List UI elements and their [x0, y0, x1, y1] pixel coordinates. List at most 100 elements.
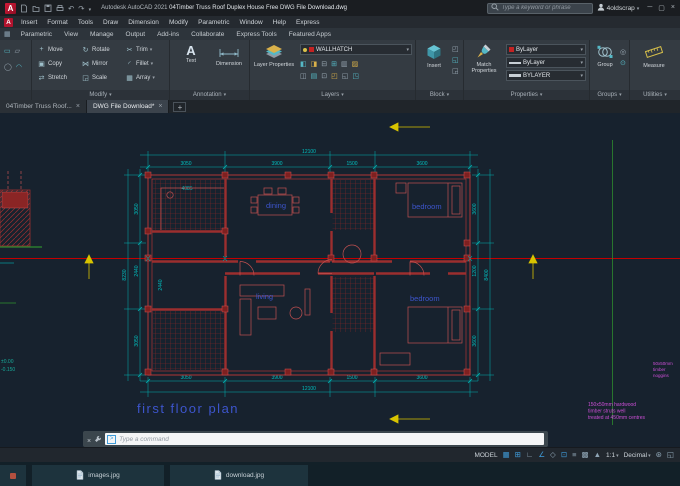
tab-parametric[interactable]: Parametric: [15, 31, 58, 38]
tool-rotate[interactable]: ↻ Rotate: [81, 46, 110, 54]
annotation-visibility-icon[interactable]: ▲: [594, 451, 601, 459]
taskbar-item-download[interactable]: download.jpg: [170, 465, 308, 486]
polygon-tool-icon[interactable]: ▱: [15, 48, 20, 55]
menu-insert[interactable]: Insert: [16, 19, 42, 26]
command-input-field[interactable]: [105, 433, 544, 445]
tab-manage[interactable]: Manage: [84, 31, 120, 38]
layer-unlock-icon[interactable]: ⊡: [321, 73, 327, 80]
tool-trim[interactable]: ✂ Trim: [125, 46, 152, 54]
lineweight-select[interactable]: BYLAYER: [506, 70, 586, 81]
panel-label-layers[interactable]: Layers: [250, 90, 415, 100]
arc-tool-icon[interactable]: ◠: [16, 64, 22, 71]
layer-walk-icon[interactable]: ▨: [352, 61, 359, 68]
linetype-select[interactable]: ByLayer: [506, 57, 586, 68]
model-space-button[interactable]: MODEL: [474, 452, 497, 459]
file-tab-2[interactable]: DWG File Download*: [86, 100, 170, 113]
maximize-icon[interactable]: [658, 4, 665, 12]
menu-parametric[interactable]: Parametric: [193, 19, 234, 26]
menu-modify[interactable]: Modify: [164, 19, 193, 26]
layer-select[interactable]: WALLHATCH: [300, 44, 412, 55]
command-customize-icon[interactable]: [94, 430, 102, 448]
account-menu[interactable]: 4oldscrap: [597, 3, 640, 13]
command-line[interactable]: [83, 431, 548, 447]
minimize-icon[interactable]: [647, 4, 652, 12]
layer-state-icon[interactable]: ◳: [352, 73, 359, 80]
redo-icon[interactable]: ↷: [78, 4, 84, 13]
menu-logo-icon[interactable]: A: [4, 17, 13, 27]
measure-button[interactable]: Measure: [638, 45, 670, 69]
text-tool-button[interactable]: A Text: [176, 44, 206, 64]
tab-add-ins[interactable]: Add-ins: [151, 31, 185, 38]
layer-isolate-icon[interactable]: ◨: [311, 61, 318, 68]
print-icon[interactable]: [56, 4, 64, 13]
annotation-scale-button[interactable]: 1:1: [606, 452, 619, 459]
tool-array[interactable]: ▦ Array: [125, 74, 155, 82]
help-search[interactable]: [486, 2, 593, 14]
menu-dimension[interactable]: Dimension: [123, 19, 164, 26]
isometric-drafting-icon[interactable]: ◇: [550, 451, 556, 459]
layer-current-icon[interactable]: ◰: [331, 73, 338, 80]
snap-mode-icon[interactable]: ⊞: [515, 451, 521, 459]
panel-label-utilities[interactable]: Utilities: [630, 90, 680, 100]
menu-draw[interactable]: Draw: [98, 19, 123, 26]
tab-featured-apps[interactable]: Featured Apps: [283, 31, 337, 38]
group-edit-icon[interactable]: ⊙: [620, 60, 626, 67]
tab-express-tools[interactable]: Express Tools: [230, 31, 282, 38]
grid-display-icon[interactable]: ▦: [503, 451, 510, 459]
customization-gear-icon[interactable]: ⊛: [656, 451, 662, 459]
new-tab-button[interactable]: [173, 102, 187, 112]
taskbar-item-misc[interactable]: [0, 465, 26, 486]
block-attributes-icon[interactable]: ◲: [452, 68, 459, 75]
match-properties-button[interactable]: Match Properties: [466, 43, 502, 74]
tab-collaborate[interactable]: Collaborate: [185, 31, 230, 38]
panel-label-groups[interactable]: Groups: [590, 90, 629, 100]
dimension-tool-button[interactable]: Dimension: [210, 46, 248, 67]
rectangle-tool-icon[interactable]: ▭: [4, 48, 11, 55]
color-select[interactable]: ByLayer: [506, 44, 586, 55]
menu-express[interactable]: Express: [291, 19, 324, 26]
layer-unisolate-icon[interactable]: ◫: [300, 73, 307, 80]
tab-output[interactable]: Output: [120, 31, 152, 38]
layer-lock-icon[interactable]: ⊞: [331, 61, 337, 68]
autocad-app-icon[interactable]: A: [5, 2, 16, 14]
layer-off-icon[interactable]: ◧: [300, 61, 307, 68]
panel-label-block[interactable]: Block: [416, 90, 463, 100]
layer-match-icon[interactable]: ▥: [341, 61, 348, 68]
drawing-viewport[interactable]: ±0.00 -0.150 12100 3050 3900 1500 3600 3…: [0, 113, 680, 447]
ungroup-icon[interactable]: ◎: [620, 49, 626, 56]
group-button[interactable]: Group: [592, 45, 618, 68]
tool-stretch[interactable]: ⇄ Stretch: [37, 74, 67, 82]
undo-icon[interactable]: ↶: [68, 4, 74, 13]
close-window-icon[interactable]: [671, 4, 675, 12]
menu-window[interactable]: Window: [235, 19, 268, 26]
new-file-icon[interactable]: [20, 4, 28, 13]
menu-help[interactable]: Help: [268, 19, 291, 26]
tool-copy[interactable]: ▣ Copy: [37, 60, 62, 68]
panel-label-properties[interactable]: Properties: [464, 90, 589, 100]
close-tab-icon[interactable]: [76, 103, 80, 110]
tool-scale[interactable]: ◲ Scale: [81, 74, 107, 82]
layer-thaw-icon[interactable]: ▤: [311, 73, 318, 80]
layer-freeze-icon[interactable]: ⊟: [321, 61, 327, 68]
workspace-grid-icon[interactable]: ▦: [4, 30, 11, 38]
units-button[interactable]: Decimal: [624, 452, 651, 459]
file-tab-1[interactable]: 04Timber Truss Roof...: [0, 100, 87, 113]
search-input[interactable]: [501, 5, 589, 11]
layer-prev-icon[interactable]: ◱: [342, 73, 349, 80]
command-close-icon[interactable]: [87, 430, 91, 448]
tool-fillet[interactable]: ◜ Fillet: [125, 60, 153, 68]
circle-tool-icon[interactable]: ◯: [4, 64, 12, 71]
open-file-icon[interactable]: [32, 4, 40, 13]
transparency-icon[interactable]: ▩: [582, 451, 589, 459]
save-icon[interactable]: [44, 4, 52, 13]
lineweight-display-icon[interactable]: ≡: [572, 451, 576, 459]
insert-block-button[interactable]: Insert: [420, 44, 448, 69]
panel-label-modify[interactable]: Modify: [32, 90, 169, 100]
taskbar-item-images[interactable]: images.jpg: [32, 465, 164, 486]
command-input[interactable]: [119, 435, 542, 443]
menu-format[interactable]: Format: [42, 19, 73, 26]
object-snap-icon[interactable]: ⊡: [561, 451, 567, 459]
tool-mirror[interactable]: ⋈ Mirror: [81, 60, 108, 68]
close-tab-2-icon[interactable]: [158, 103, 162, 110]
tool-move[interactable]: + Move: [37, 46, 62, 53]
